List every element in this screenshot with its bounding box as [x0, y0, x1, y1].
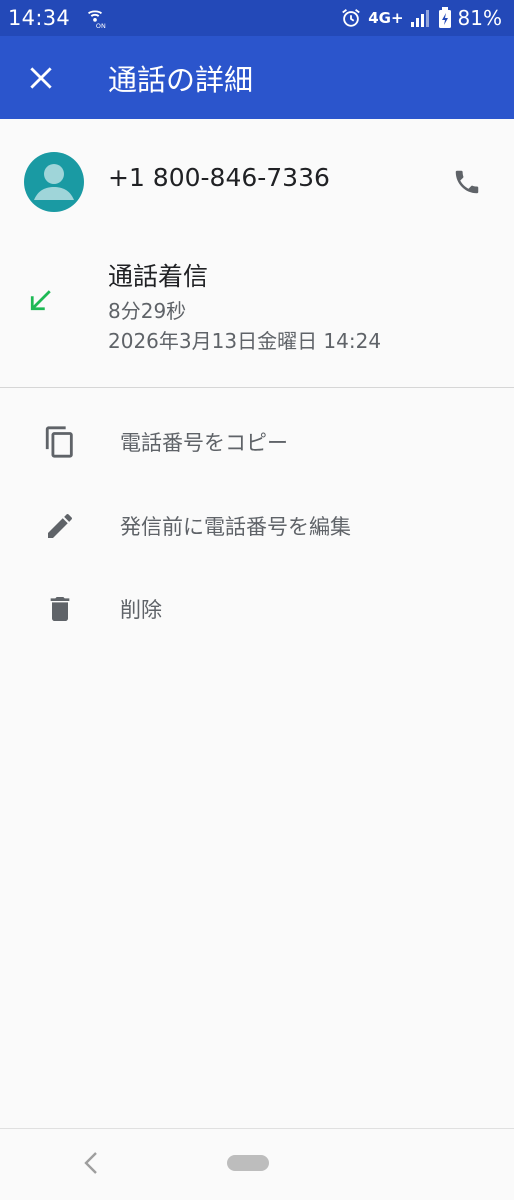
edit-before-call-action[interactable]: 発信前に電話番号を編集: [0, 484, 514, 566]
delete-action[interactable]: 削除: [0, 567, 514, 649]
call-button[interactable]: [440, 155, 494, 209]
alarm-icon: [342, 9, 361, 27]
status-time: 14:34: [8, 6, 71, 30]
home-pill[interactable]: [227, 1155, 269, 1171]
divider: [0, 387, 514, 388]
battery-icon: [438, 7, 451, 28]
copy-icon: [40, 422, 80, 462]
svg-text:ON: ON: [96, 22, 106, 29]
delete-label: 削除: [120, 598, 162, 622]
call-type: 通話着信: [108, 262, 209, 291]
call-duration: 8分29秒: [108, 299, 187, 323]
phone-icon: [455, 170, 479, 194]
contact-row: +1 800-846-7336: [0, 119, 514, 245]
app-bar: 通話の詳細: [0, 36, 514, 119]
incoming-call-icon: [26, 285, 56, 319]
close-button[interactable]: [0, 36, 82, 119]
phone-number: +1 800-846-7336: [108, 163, 330, 192]
copy-number-action[interactable]: 電話番号をコピー: [0, 400, 514, 482]
avatar[interactable]: [24, 152, 84, 212]
copy-number-label: 電話番号をコピー: [120, 431, 288, 455]
person-icon: [34, 164, 74, 200]
edit-before-call-label: 発信前に電話番号を編集: [120, 515, 351, 539]
trash-icon: [40, 589, 80, 629]
back-button[interactable]: [76, 1145, 106, 1181]
signal-icon: [410, 10, 429, 27]
status-bar: 14:34 ON 4G+ 81%: [0, 0, 514, 36]
call-datetime: 2026年3月13日金曜日 14:24: [108, 329, 382, 353]
pencil-icon: [40, 506, 80, 546]
page-title: 通話の詳細: [108, 62, 254, 97]
call-info: 通話着信 8分29秒 2026年3月13日金曜日 14:24: [0, 245, 514, 387]
back-chevron-icon: [84, 1152, 97, 1174]
battery-level: 81%: [457, 6, 502, 30]
volte-icon: ON: [87, 10, 106, 29]
network-type: 4G+: [368, 9, 404, 27]
close-icon: [30, 66, 52, 89]
navigation-bar: [0, 1128, 514, 1200]
